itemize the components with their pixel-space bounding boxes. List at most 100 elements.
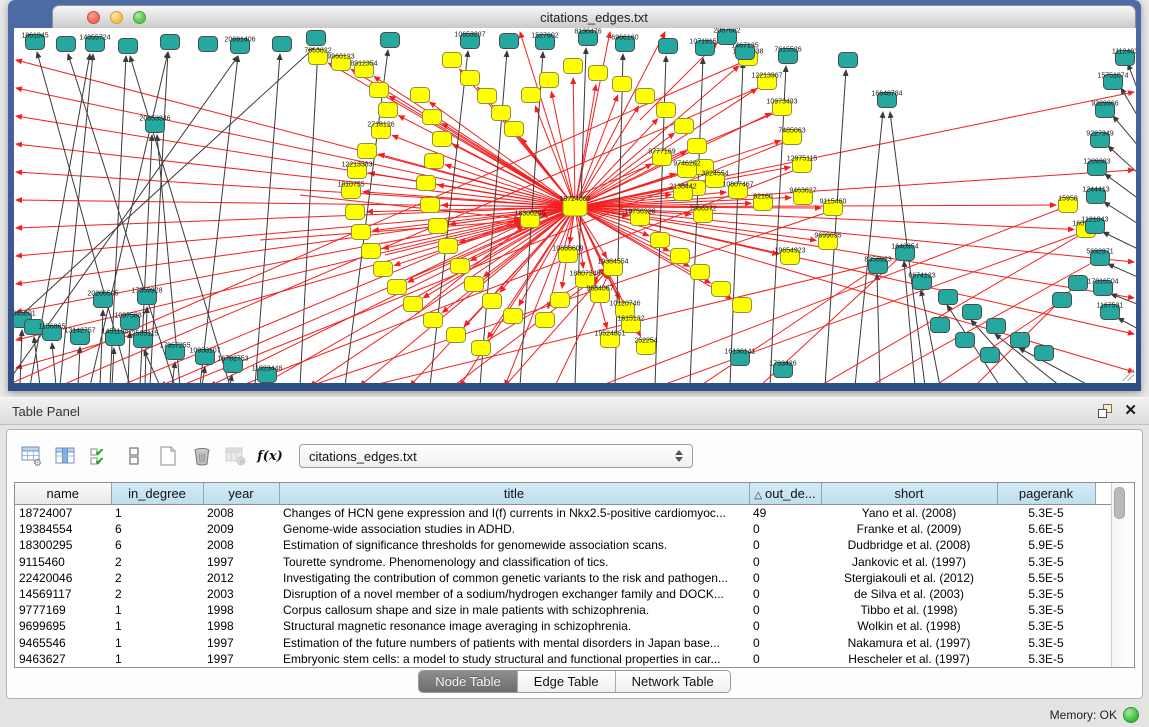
svg-text:10120746: 10120746	[609, 301, 640, 308]
row-height-button[interactable]	[119, 441, 149, 471]
table-selector-value: citations_edges.txt	[300, 449, 670, 464]
cell-name: 9465546	[15, 635, 111, 651]
cell-short: Jankovic et al. (1997)	[821, 554, 997, 570]
column-header-filler	[1095, 483, 1111, 505]
memory-status-label: Memory: OK	[1050, 708, 1117, 722]
cell-name: 14569117	[15, 586, 111, 602]
column-header-title[interactable]: title	[279, 483, 749, 505]
network-canvas[interactable]: 7663822996012389123542718126122133831810…	[14, 28, 1136, 383]
cell-year: 2003	[203, 586, 279, 602]
svg-text:1810755: 1810755	[337, 182, 364, 189]
tab-network-table[interactable]: Network Table	[616, 671, 730, 692]
svg-text:12505115: 12505115	[128, 331, 159, 338]
table-row[interactable]: 1456911722003Disruption of a novel membe…	[15, 586, 1111, 602]
cell-pagerank: 5.3E-5	[997, 554, 1095, 570]
table-row[interactable]: 1872400712008Changes of HCN gene express…	[15, 505, 1111, 522]
svg-text:16782753: 16782753	[217, 356, 248, 363]
svg-text:19654923: 19654923	[774, 248, 805, 255]
cell-out-de-: 0	[749, 521, 821, 537]
cell-pagerank: 5.5E-5	[997, 570, 1095, 586]
table-tabs: Node TableEdge TableNetwork Table	[7, 670, 1142, 693]
table-row[interactable]: 977716911998Corpus callosum shape and si…	[15, 602, 1111, 618]
network-graph[interactable]: 7663822996012389123542718126122133831810…	[14, 28, 1136, 383]
cell-year: 1997	[203, 651, 279, 667]
cell-in-degree: 1	[111, 602, 203, 618]
cell-title: Investigating the contribution of common…	[279, 570, 749, 586]
svg-text:1640954: 1640954	[891, 244, 918, 251]
svg-text:3824554: 3824554	[701, 171, 728, 178]
cell-pagerank: 5.3E-5	[997, 618, 1095, 634]
svg-text:10653287: 10653287	[454, 32, 485, 39]
table-row[interactable]: 911546021997Tourette syndrome. Phenomeno…	[15, 554, 1111, 570]
svg-text:9699695: 9699695	[814, 233, 841, 240]
cell-out-de-: 0	[749, 635, 821, 651]
svg-text:9115460: 9115460	[820, 199, 847, 206]
svg-text:9684067: 9684067	[586, 286, 613, 293]
cell-short: Tibbo et al. (1998)	[821, 602, 997, 618]
svg-text:1209383: 1209383	[1083, 159, 1110, 166]
delete-column-button[interactable]	[187, 441, 217, 471]
delete-table-button-disabled[interactable]: ✕	[221, 441, 251, 471]
tab-edge-table[interactable]: Edge Table	[518, 671, 616, 692]
create-column-button[interactable]	[153, 441, 183, 471]
cell-name: 9777169	[15, 602, 111, 618]
table-row[interactable]: 946554611997Estimation of the future num…	[15, 635, 1111, 651]
column-header-out-de-[interactable]: △out_de...	[749, 483, 821, 505]
cell-short: Stergiakouli et al. (2012)	[821, 570, 997, 586]
column-header-year[interactable]: year	[203, 483, 279, 505]
cell-filler	[1095, 586, 1111, 602]
close-panel-icon[interactable]: ✕	[1124, 404, 1137, 418]
cell-name: 9463627	[15, 651, 111, 667]
float-panel-icon[interactable]	[1098, 404, 1112, 418]
network-window: citations_edges.txt 76638229960123891235…	[8, 0, 1141, 391]
cell-year: 1998	[203, 618, 279, 634]
svg-text:10807467: 10807467	[722, 182, 753, 189]
svg-text:9960123: 9960123	[327, 54, 354, 61]
table-scrollbar-thumb[interactable]	[1114, 487, 1125, 519]
svg-text:10719155: 10719155	[689, 39, 720, 46]
table-row[interactable]: 2242004622012Investigating the contribut…	[15, 570, 1111, 586]
svg-text:1861045: 1861045	[21, 33, 48, 40]
cell-filler	[1095, 505, 1111, 522]
fx-icon: f(x)	[257, 449, 283, 464]
table-row[interactable]: 969969511998Structural magnetic resonanc…	[15, 618, 1111, 634]
network-window-titlebar[interactable]: citations_edges.txt	[52, 5, 1136, 30]
column-header-short[interactable]: short	[821, 483, 997, 505]
svg-text:10973493: 10973493	[766, 99, 797, 106]
cell-title: Structural magnetic resonance image aver…	[279, 618, 749, 634]
cell-year: 2012	[203, 570, 279, 586]
table-panel-title: Table Panel	[12, 404, 80, 419]
svg-text:12213383: 12213383	[341, 162, 372, 169]
selection-mode-button[interactable]: ✔✔	[85, 441, 115, 471]
table-options-button[interactable]: ⚙	[17, 441, 47, 471]
column-header-pagerank[interactable]: pagerank	[997, 483, 1095, 505]
svg-text:16648784: 16648784	[871, 91, 902, 98]
cell-filler	[1095, 537, 1111, 553]
function-builder-button[interactable]: f(x)	[255, 441, 285, 471]
memory-ok-indicator[interactable]	[1123, 707, 1139, 723]
cell-name: 9115460	[15, 554, 111, 570]
table-selector-dropdown[interactable]: citations_edges.txt	[299, 444, 693, 468]
column-header-name[interactable]: name	[15, 483, 111, 505]
table-row[interactable]: 946362711997Embryonic stem cells: a mode…	[15, 651, 1111, 667]
cell-year: 2009	[203, 521, 279, 537]
cell-out-de-: 0	[749, 586, 821, 602]
cell-out-de-: 0	[749, 651, 821, 667]
cell-filler	[1095, 521, 1111, 537]
svg-text:20206505: 20206505	[87, 291, 118, 298]
show-columns-button[interactable]	[51, 441, 81, 471]
table-row[interactable]: 1830029562008Estimation of significance …	[15, 537, 1111, 553]
cell-pagerank: 5.3E-5	[997, 602, 1095, 618]
column-header-in-degree[interactable]: in_degree	[111, 483, 203, 505]
cell-short: Hescheler et al. (1997)	[821, 651, 997, 667]
table-scrollbar[interactable]	[1111, 483, 1126, 667]
cell-year: 2008	[203, 505, 279, 522]
svg-text:7986372: 7986372	[689, 206, 716, 213]
svg-text:14055724: 14055724	[79, 35, 110, 42]
tab-node-table[interactable]: Node Table	[419, 671, 518, 692]
cell-name: 9699695	[15, 618, 111, 634]
window-resize-grip[interactable]	[1122, 369, 1134, 381]
table-row[interactable]: 1938455462009Genome-wide association stu…	[15, 521, 1111, 537]
svg-text:62160: 62160	[753, 194, 773, 201]
network-window-title: citations_edges.txt	[53, 10, 1135, 25]
